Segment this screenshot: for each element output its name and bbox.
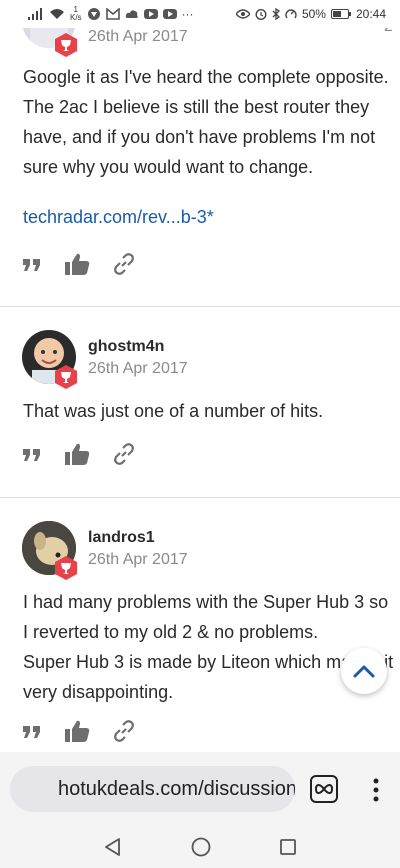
like-icon[interactable] (64, 252, 90, 276)
infinity-icon (315, 784, 333, 794)
clock: 20:44 (355, 7, 386, 21)
comment-divider (0, 306, 400, 307)
quote-icon[interactable] (22, 253, 42, 275)
comment-date: 26th Apr 2017 (88, 28, 188, 45)
quote-icon[interactable] (22, 720, 42, 742)
like-icon[interactable] (64, 719, 90, 743)
comment-line: Google it as I've heard the complete opp… (23, 67, 389, 87)
link-icon[interactable] (112, 719, 136, 743)
comment-line: sure why you would want to change. (23, 157, 314, 177)
recents-icon[interactable] (279, 839, 296, 855)
comment-actions (22, 252, 136, 276)
comment-text: I had many problems with the Super Hub 3… (23, 587, 400, 707)
comment-line: That was just one of a number of hits. (23, 401, 324, 421)
signal-icon (28, 8, 42, 20)
chevron-up-icon (353, 665, 375, 678)
comment-divider (0, 497, 400, 498)
eye-icon (235, 9, 250, 19)
address-bar[interactable]: hotukdeals.com/discussions (10, 766, 295, 812)
home-icon[interactable] (191, 837, 211, 857)
youtube-icon (143, 9, 158, 19)
wifi-icon (50, 9, 64, 19)
gmail-icon (105, 8, 120, 20)
more-notifications-icon: ··· (181, 7, 194, 21)
trophy-badge-icon (55, 556, 77, 580)
link-icon[interactable] (112, 252, 136, 276)
battery-percent: 50% (301, 7, 326, 21)
system-nav-bar (0, 826, 400, 868)
comment-date: 26th Apr 2017 (88, 551, 188, 568)
comment-actions (22, 719, 136, 743)
comment-text: Google it as I've heard the complete opp… (23, 62, 400, 182)
network-speed: 1 K/s (70, 5, 82, 22)
data-saver-icon (285, 9, 297, 19)
battery-icon (330, 9, 351, 19)
username[interactable]: landros1 (88, 529, 155, 547)
status-bar: 1 K/s ··· 50% 20:44 (0, 0, 400, 28)
comment-line: I had many problems with the Super Hub 3… (23, 592, 389, 612)
link-external-mark: * (206, 207, 214, 227)
comment-text: That was just one of a number of hits. (23, 396, 400, 426)
tabs-button[interactable] (310, 775, 338, 803)
cloud-icon (125, 10, 138, 18)
bluetooth-icon (272, 8, 280, 20)
kebab-menu-icon[interactable] (372, 778, 380, 802)
alarm-icon (255, 9, 267, 20)
back-icon[interactable] (104, 838, 122, 856)
comment-date: 26th Apr 2017 (88, 360, 188, 377)
comment-line: The 2ac I believe is still the best rout… (23, 97, 370, 117)
comment-actions (22, 442, 136, 466)
comment-line: have, and if you don't have problems I'm… (23, 127, 376, 147)
vpn-icon (87, 8, 100, 20)
link-icon[interactable] (112, 442, 136, 466)
username[interactable]: ghostm4n (88, 338, 164, 356)
trophy-badge-icon (55, 365, 77, 389)
trophy-badge-icon (55, 33, 77, 57)
url-text[interactable]: hotukdeals.com/discussions (58, 778, 295, 801)
youtube-icon-2 (162, 9, 177, 19)
comment-line: I reverted to my old 2 & no problems. (23, 622, 319, 642)
link-text[interactable]: techradar.com/rev...b-3 (23, 207, 207, 227)
comment-link[interactable]: techradar.com/rev...b-3* (23, 207, 214, 228)
scroll-to-top-button[interactable] (341, 648, 387, 694)
quote-icon[interactable] (22, 443, 42, 465)
like-icon[interactable] (64, 442, 90, 466)
browser-toolbar: hotukdeals.com/discussions (0, 752, 400, 826)
